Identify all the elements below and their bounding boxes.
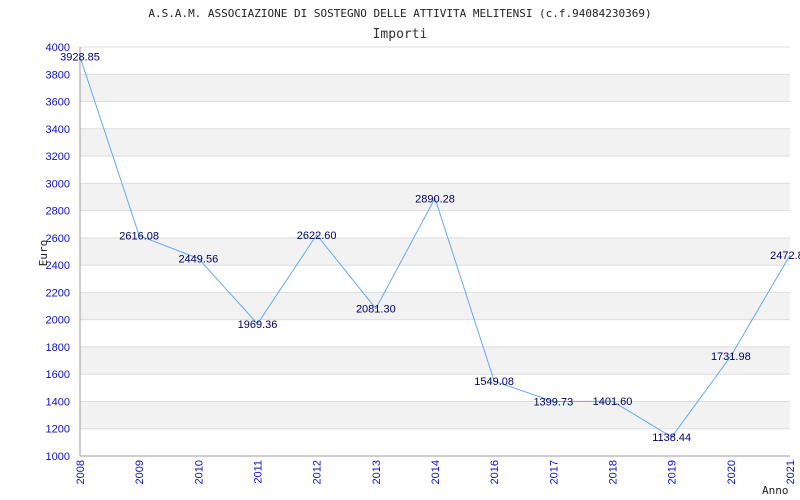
grid-band [80,401,790,429]
data-label: 2449.56 [178,253,218,265]
data-label: 1731.98 [711,351,751,363]
y-tick-label: 2800 [46,206,70,218]
data-label: 2622.60 [297,230,337,242]
data-label: 1969.36 [238,319,278,331]
y-tick-label: 1600 [46,369,70,381]
x-tick-label: 2020 [726,460,738,484]
x-tick-labels: 2008 2009 2010 2011 2012 2013 2014 2016 2017 2018… [75,460,797,484]
chart-container: 1000 1200 1400 1600 1800 2000 2200 2400 2600 2800… [0,0,800,500]
x-tick-label: 2009 [134,460,146,484]
data-label: 1399.73 [533,397,573,409]
x-tick-label: 2014 [430,460,442,484]
y-tick-label: 3200 [46,151,70,163]
x-tick-label: 2012 [312,460,324,484]
y-tick-label: 1200 [46,424,70,436]
grid-band [80,292,790,320]
data-label: 3928.85 [60,52,100,64]
data-label: 1549.08 [474,376,514,388]
y-tick-label: 1000 [46,451,70,463]
data-label: 2081.30 [356,304,396,316]
x-tick-label: 2011 [253,460,265,484]
data-label: 2472.86 [770,250,800,262]
data-label: 2890.28 [415,193,455,205]
data-label: 2616.08 [119,231,159,243]
chart-subtitle: Importi [373,27,428,42]
line-chart: 1000120014001600180020002200240026002800… [37,7,800,497]
grid-band [80,346,790,375]
y-tick-label: 1800 [46,342,70,354]
y-tick-label: 1400 [46,396,70,408]
x-tick-label: 2018 [608,460,620,484]
x-tick-label: 2013 [371,460,383,484]
x-axis-label: Anno [762,484,789,497]
grid-bands [80,74,790,429]
chart-title: A.S.A.M. ASSOCIAZIONE DI SOSTEGNO DELLE … [148,7,651,20]
y-tick-label: 2000 [46,315,70,327]
x-tick-label: 2008 [75,460,87,484]
x-tick-label: 2017 [548,460,560,484]
x-tick-label: 2019 [667,460,679,484]
x-tick-label: 2016 [489,460,501,484]
y-tick-label: 3600 [46,97,70,109]
y-axis-label: Euro [37,240,50,267]
grid-band [80,128,790,157]
y-tick-label: 3400 [46,124,70,136]
x-tick-label: 2021 [785,460,797,484]
x-tick-label: 2010 [193,460,205,484]
y-tick-label: 3800 [46,69,70,81]
y-tick-label: 3000 [46,178,70,190]
grid-band [80,74,790,102]
y-tick-label: 2200 [46,287,70,299]
data-label: 1401.60 [593,396,633,408]
data-label: 1138.44 [652,432,691,444]
